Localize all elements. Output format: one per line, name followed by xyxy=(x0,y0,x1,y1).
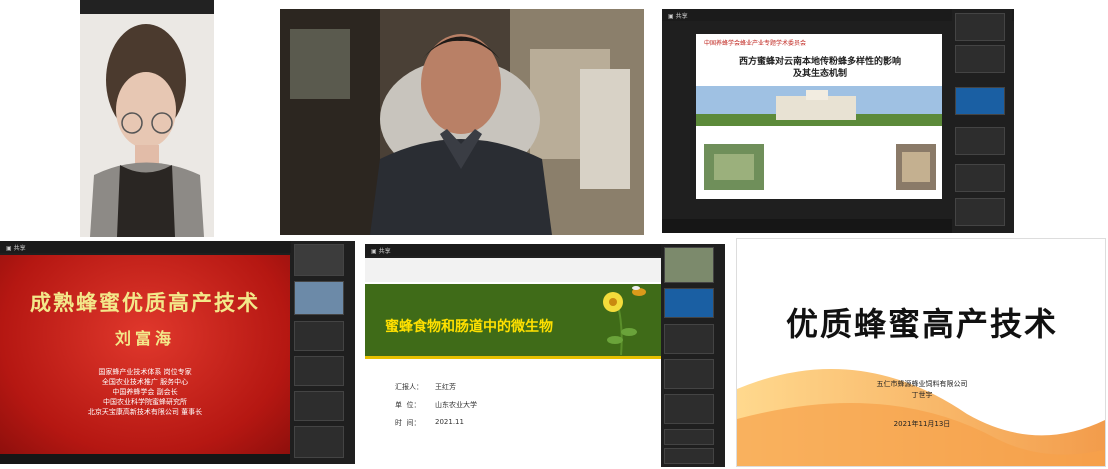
screen-share-tile-4[interactable]: ▣ 共享 成熟蜂蜜优质高产技术 刘富海 国家蜂产业技术体系 岗位专家 全国农业技… xyxy=(0,241,355,464)
share-footer xyxy=(662,219,952,233)
slide-5: 蜜蜂食物和肠道中的微生物 汇报人： 王红芳 单 位： 山东农业大学 时 间： 2… xyxy=(365,258,661,467)
participant-strip xyxy=(952,9,1012,233)
participant-thumb[interactable] xyxy=(294,426,344,458)
unit-label: 单 位： xyxy=(395,401,421,409)
presenter-name: 丁世宇 xyxy=(911,391,933,399)
participant-thumb[interactable] xyxy=(664,247,714,283)
participant-video-1 xyxy=(80,0,214,237)
reporter-label: 汇报人： xyxy=(395,383,423,391)
slide-top-band xyxy=(365,258,661,282)
slide-title: 优质蜂蜜高产技术 xyxy=(785,305,1058,343)
slide-title: 成熟蜂蜜优质高产技术 xyxy=(30,291,260,315)
screen-share-tile-3[interactable]: ▣ 共享 中国养蜂学会蜂业产业专题学术委员会 西方蜜蜂对云南本地传粉蜂多样性的影… xyxy=(662,9,1014,233)
participant-thumb[interactable] xyxy=(955,198,1005,226)
slide-title: 西方蜜蜂对云南本地传粉蜂多样性的影响及其生态机制 xyxy=(738,57,901,79)
unit-value: 山东农业大学 xyxy=(435,401,477,409)
participant-thumb[interactable] xyxy=(294,281,344,315)
slide-line: 中国农业科学院蜜蜂研究所 xyxy=(103,398,187,406)
slide-line: 北京天宝康高新技术有限公司 董事长 xyxy=(87,408,203,416)
photo-right xyxy=(896,144,936,190)
participant-thumb[interactable] xyxy=(955,13,1005,41)
slide-date: 2021年11月13日 xyxy=(893,420,951,428)
participant-thumb[interactable] xyxy=(664,429,714,445)
time-value: 2021.11 xyxy=(435,418,464,426)
participant-thumb[interactable] xyxy=(955,45,1005,73)
participant-thumb[interactable] xyxy=(955,164,1005,192)
participant-thumb[interactable] xyxy=(664,448,714,464)
slide-tile-6[interactable]: 优质蜂蜜高产技术 五仁市蜂源蜂业饲料有限公司 丁世宇 2021年11月13日 xyxy=(736,238,1106,467)
participant-thumb[interactable] xyxy=(955,87,1005,115)
participant-strip xyxy=(291,241,355,464)
time-label: 时 间： xyxy=(395,419,421,427)
speaker-name: 刘富海 xyxy=(114,329,175,348)
slide-header: 中国养蜂学会蜂业产业专题学术委员会 xyxy=(704,40,807,47)
slide-3: 中国养蜂学会蜂业产业专题学术委员会 西方蜜蜂对云南本地传粉蜂多样性的影响及其生态… xyxy=(696,34,942,199)
photo-left xyxy=(704,144,764,190)
video-tile-1[interactable] xyxy=(80,0,214,237)
video-tile-2[interactable] xyxy=(280,9,644,235)
participant-thumb[interactable] xyxy=(664,324,714,354)
slide-line: 全国农业技术推广 服务中心 xyxy=(101,378,189,386)
participant-thumb[interactable] xyxy=(294,356,344,386)
screen-share-tile-5[interactable]: ▣ 共享 蜜蜂食物和肠道中的微生物 汇报人： 王红芳 单 位： 山东农业大学 时… xyxy=(365,244,725,467)
campus-photo xyxy=(696,86,942,126)
participant-thumb[interactable] xyxy=(664,288,714,318)
slide-line: 中国养蜂学会 副会长 xyxy=(112,388,178,396)
participant-thumb[interactable] xyxy=(294,321,344,351)
participant-thumb[interactable] xyxy=(955,127,1005,155)
share-footer xyxy=(0,454,290,464)
company-name: 五仁市蜂源蜂业饲料有限公司 xyxy=(876,380,968,388)
participant-thumb[interactable] xyxy=(294,244,344,276)
flower-bee-illustration xyxy=(603,286,646,356)
slide-background xyxy=(737,239,1105,466)
reporter-name: 王红芳 xyxy=(435,383,456,391)
participant-video-2 xyxy=(280,9,644,235)
slide-4: 成熟蜂蜜优质高产技术 刘富海 国家蜂产业技术体系 岗位专家 全国农业技术推广 服… xyxy=(0,255,290,455)
slide-title: 蜜蜂食物和肠道中的微生物 xyxy=(385,319,553,335)
slide-line: 国家蜂产业技术体系 岗位专家 xyxy=(98,368,192,376)
participant-thumb[interactable] xyxy=(664,359,714,389)
participant-strip xyxy=(661,244,725,467)
participant-thumb[interactable] xyxy=(294,391,344,421)
participant-thumb[interactable] xyxy=(664,394,714,424)
